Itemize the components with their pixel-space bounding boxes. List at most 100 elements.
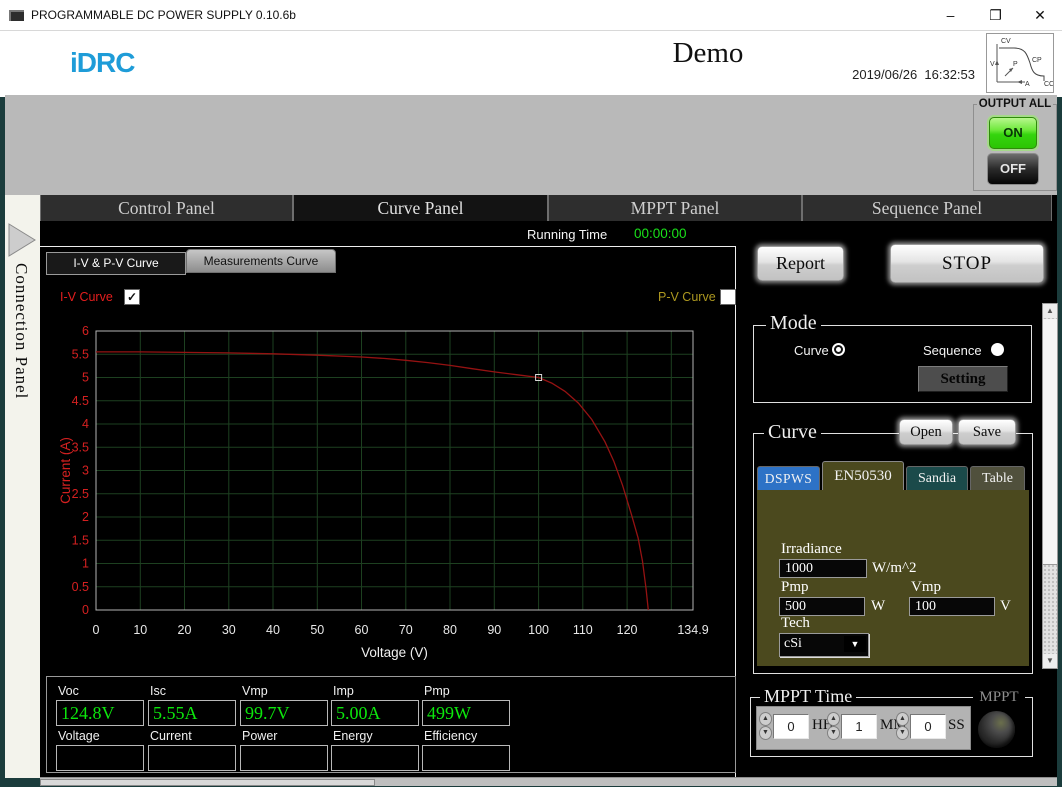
tab-curve-panel[interactable]: Curve Panel xyxy=(293,195,548,221)
voc-label: Voc xyxy=(58,684,79,698)
svg-text:20: 20 xyxy=(178,623,192,637)
vmp-unit: V xyxy=(1000,598,1011,615)
tab-control-panel[interactable]: Control Panel xyxy=(40,195,293,221)
pmp-label: Pmp xyxy=(424,684,450,698)
svg-text:10: 10 xyxy=(133,623,147,637)
svg-text:3.5: 3.5 xyxy=(72,440,89,454)
isc-value: 5.55A xyxy=(148,700,236,726)
hh-input[interactable] xyxy=(773,714,809,739)
svg-text:90: 90 xyxy=(487,623,501,637)
energy-label: Energy xyxy=(333,729,373,743)
ss-spinner[interactable]: ▲▼ xyxy=(896,712,909,741)
voltage-value xyxy=(56,745,144,771)
efficiency-label: Efficiency xyxy=(424,729,477,743)
svg-text:6: 6 xyxy=(82,324,89,338)
pmp-input-label: Pmp xyxy=(781,579,809,596)
setting-button[interactable]: Setting xyxy=(918,366,1008,392)
minimize-button[interactable]: – xyxy=(928,0,973,30)
spin-up-icon[interactable]: ▲ xyxy=(827,712,840,726)
icon-cc-label: CC xyxy=(1044,81,1053,88)
curve-tab-sandia[interactable]: Sandia xyxy=(906,466,968,490)
pmp-value: 499W xyxy=(422,700,510,726)
irradiance-input[interactable] xyxy=(779,559,867,578)
output-all-label: OUTPUT ALL xyxy=(977,98,1053,110)
mm-spinner[interactable]: ▲▼ xyxy=(827,712,840,741)
svg-text:0: 0 xyxy=(93,623,100,637)
save-button[interactable]: Save xyxy=(958,419,1016,445)
svg-text:5: 5 xyxy=(82,371,89,385)
maximize-button[interactable]: ❐ xyxy=(973,0,1018,30)
mode-title: Mode xyxy=(766,312,821,335)
vmp-input[interactable] xyxy=(909,597,995,616)
scroll-up-icon[interactable]: ▲ xyxy=(1043,304,1057,318)
current-label: Current xyxy=(150,729,192,743)
icon-cv-label: CV xyxy=(1001,38,1011,45)
imp-value: 5.00A xyxy=(331,700,419,726)
close-button[interactable]: ✕ xyxy=(1018,0,1062,30)
svg-text:Voltage (V): Voltage (V) xyxy=(361,645,428,660)
spin-up-icon[interactable]: ▲ xyxy=(759,712,772,726)
curve-tab-en50530[interactable]: EN50530 xyxy=(822,461,904,490)
spin-down-icon[interactable]: ▼ xyxy=(759,726,772,740)
output-on-button[interactable]: ON xyxy=(989,117,1037,149)
svg-text:50: 50 xyxy=(310,623,324,637)
hh-spinner[interactable]: ▲▼ xyxy=(759,712,772,741)
isc-label: Isc xyxy=(150,684,166,698)
right-scrollbar[interactable]: ▲ ▼ xyxy=(1042,303,1058,669)
spin-down-icon[interactable]: ▼ xyxy=(827,726,840,740)
subtab-iv-pv-curve[interactable]: I-V & P-V Curve xyxy=(46,252,186,275)
svg-text:1.5: 1.5 xyxy=(72,533,89,547)
pv-curve-checkbox[interactable] xyxy=(720,289,736,305)
running-time-label: Running Time xyxy=(527,227,607,242)
bottom-scrollbar-thumb[interactable] xyxy=(40,779,375,786)
iv-curve-checkbox[interactable]: ✓ xyxy=(124,289,140,305)
iv-curve-chart: 0102030405060708090100110120134.900.511.… xyxy=(40,318,740,663)
mode-curve-radio[interactable] xyxy=(832,343,845,356)
mm-input[interactable] xyxy=(841,714,877,739)
bottom-scrollbar[interactable] xyxy=(40,777,1057,786)
svg-text:2: 2 xyxy=(82,510,89,524)
curve-tab-dspws[interactable]: DSPWS xyxy=(757,466,820,490)
subtab-measurements-curve[interactable]: Measurements Curve xyxy=(186,249,336,273)
stop-button[interactable]: STOP xyxy=(890,244,1044,283)
svg-text:80: 80 xyxy=(443,623,457,637)
svg-text:5.5: 5.5 xyxy=(72,347,89,361)
spin-down-icon[interactable]: ▼ xyxy=(896,726,909,740)
icon-v-label: V xyxy=(990,61,995,68)
energy-value xyxy=(331,745,419,771)
voltage-label: Voltage xyxy=(58,729,100,743)
mode-sequence-label: Sequence xyxy=(923,343,982,358)
svg-text:60: 60 xyxy=(355,623,369,637)
scrollbar-thumb[interactable] xyxy=(1043,319,1057,565)
spin-up-icon[interactable]: ▲ xyxy=(896,712,909,726)
report-button[interactable]: Report xyxy=(757,246,844,281)
dropdown-arrow-icon[interactable]: ▼ xyxy=(844,636,866,652)
pmp-input[interactable] xyxy=(779,597,865,616)
tech-dropdown[interactable]: cSi ▼ xyxy=(779,633,869,657)
svg-text:134.9: 134.9 xyxy=(677,623,708,637)
vmp-input-label: Vmp xyxy=(911,579,941,596)
svg-text:2.5: 2.5 xyxy=(72,487,89,501)
curve-tab-table[interactable]: Table xyxy=(970,466,1025,490)
current-value xyxy=(148,745,236,771)
irradiance-unit: W/m^2 xyxy=(872,560,917,577)
header: iDRC Demo 2019/06/26 16:32:53 V A CV CP … xyxy=(0,30,1062,97)
ss-input[interactable] xyxy=(910,714,946,739)
page-title: Demo xyxy=(608,37,808,70)
toolbar: Instruments ∨ Voltage Max 1575 V Current… xyxy=(5,95,1057,195)
icon-p-label: P xyxy=(1013,61,1018,68)
tab-mppt-panel[interactable]: MPPT Panel xyxy=(548,195,802,221)
page-top-line xyxy=(40,246,736,247)
mppt-knob[interactable] xyxy=(977,710,1016,749)
scroll-down-icon[interactable]: ▼ xyxy=(1043,654,1057,668)
connection-panel-label[interactable]: Connection Panel xyxy=(11,263,31,399)
output-off-button[interactable]: OFF xyxy=(987,153,1039,185)
idrc-logo: iDRC xyxy=(70,47,134,79)
app-window: PROGRAMMABLE DC POWER SUPPLY 0.10.6b – ❐… xyxy=(0,0,1062,787)
mode-sequence-radio[interactable] xyxy=(991,343,1004,356)
svg-text:120: 120 xyxy=(617,623,638,637)
expand-arrow-icon[interactable] xyxy=(6,222,38,258)
datetime: 2019/06/26 16:32:53 xyxy=(780,67,975,82)
open-button[interactable]: Open xyxy=(899,419,953,445)
tab-sequence-panel[interactable]: Sequence Panel xyxy=(802,195,1052,221)
